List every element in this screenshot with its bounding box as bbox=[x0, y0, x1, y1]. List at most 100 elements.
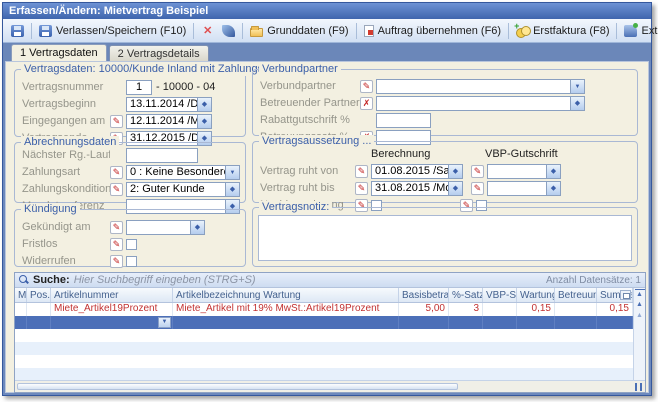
date-spinner[interactable]: ◆ bbox=[198, 97, 212, 112]
horizontal-scroll-thumb[interactable] bbox=[17, 383, 458, 390]
date-spinner[interactable]: ◆ bbox=[449, 181, 463, 196]
field-label: Gekündigt am bbox=[22, 221, 110, 233]
stamp-button[interactable] bbox=[218, 23, 239, 39]
edit-pencil-icon[interactable]: ✎ bbox=[110, 255, 123, 268]
col-header-vbp-satz[interactable]: VBP-Satz bbox=[483, 288, 517, 302]
edit-pencil-icon[interactable]: ✎ bbox=[110, 221, 123, 234]
toolbar-separator bbox=[193, 23, 194, 39]
dropdown-arrow-icon[interactable]: ▼ bbox=[226, 165, 240, 180]
date-spinner[interactable]: ◆ bbox=[191, 220, 205, 235]
field-label: Eingegangen am bbox=[22, 115, 110, 127]
date-spinner[interactable]: ◆ bbox=[547, 164, 561, 179]
col-header-bezeichnung[interactable]: Artikelbezeichnung Wartung bbox=[173, 288, 399, 302]
grid-options-corner[interactable] bbox=[631, 381, 645, 392]
cell-betreuung bbox=[555, 303, 597, 316]
toolbar-separator bbox=[508, 23, 509, 39]
edit-pencil-icon[interactable]: ✎ bbox=[110, 238, 123, 251]
vertragsnummer-input[interactable]: 1 bbox=[126, 80, 152, 95]
grunddaten-button[interactable]: Grunddaten (F9) bbox=[246, 23, 352, 39]
edit-pencil-icon[interactable]: ✎ bbox=[471, 165, 484, 178]
col-header-artikelnummer[interactable]: Artikelnummer bbox=[51, 288, 173, 302]
vertragsbeginn-input[interactable]: 13.11.2014 /Do bbox=[126, 97, 198, 112]
group-verbundpartner: Verbundpartner Verbundpartner ✎ ▼ Betreu… bbox=[252, 69, 638, 136]
date-spinner[interactable]: ◆ bbox=[198, 114, 212, 129]
col-header-basisbetrag[interactable]: Basisbetrag € bbox=[399, 288, 449, 302]
vertical-scrollbar[interactable]: ▲ ▲ ▲ bbox=[633, 288, 645, 380]
scroll-up-page-icon[interactable]: ▲ bbox=[635, 311, 645, 321]
extras-button[interactable]: Extras bbox=[620, 23, 658, 39]
edit-pencil-icon[interactable]: ✎ bbox=[110, 115, 123, 128]
col-header-satz[interactable]: %-Satz bbox=[449, 288, 483, 302]
edit-pencil-icon[interactable]: ✎ bbox=[110, 183, 123, 196]
cell-basisbetrag: 5,00 bbox=[399, 303, 449, 316]
column-chooser-icon[interactable] bbox=[620, 290, 631, 300]
exit-save-button[interactable]: Verlassen/Speichern (F10) bbox=[35, 23, 190, 39]
delete-button[interactable]: ✕ bbox=[197, 23, 218, 39]
edit-pencil-icon[interactable]: ✎ bbox=[110, 166, 123, 179]
save-button[interactable] bbox=[7, 23, 28, 39]
scroll-up-icon[interactable]: ▲ bbox=[635, 300, 645, 310]
lookup-spinner[interactable]: ◆ bbox=[226, 182, 240, 197]
exit-save-label: Verlassen/Speichern (F10) bbox=[56, 25, 186, 37]
zahlungsart-select[interactable]: 0 : Keine Besondere bbox=[126, 165, 226, 180]
rabattgutschrift-input[interactable] bbox=[376, 113, 431, 128]
betreuender-partner-input[interactable] bbox=[376, 96, 571, 111]
table-row-empty[interactable] bbox=[15, 342, 633, 355]
table-row-selected[interactable]: ▼ bbox=[15, 316, 633, 329]
search-input[interactable]: Hier Suchbegriff eingeben (STRG+S) bbox=[74, 274, 542, 286]
cell-dropdown-icon[interactable]: ▼ bbox=[158, 317, 171, 328]
stamp-icon bbox=[222, 25, 235, 37]
widerrufen-checkbox[interactable] bbox=[126, 256, 137, 267]
horizontal-scrollbar[interactable] bbox=[15, 380, 645, 392]
grid-header-row: M Pos.. Artikelnummer Artikelbezeichnung… bbox=[15, 288, 633, 303]
col-header-summe[interactable]: Summe W bbox=[597, 288, 633, 302]
gekuendigt-am-input[interactable] bbox=[126, 220, 191, 235]
date-spinner[interactable]: ◆ bbox=[449, 164, 463, 179]
col-header-m[interactable]: M bbox=[15, 288, 27, 302]
ruht-bis-vbp-input[interactable] bbox=[487, 181, 547, 196]
edit-pencil-icon[interactable]: ✎ bbox=[471, 182, 484, 195]
tab-strip: 1 Vertragsdaten 2 Vertragsdetails bbox=[3, 43, 651, 61]
edit-pencil-icon[interactable]: ✎ bbox=[355, 182, 368, 195]
toolbar: Verlassen/Speichern (F10) ✕ Grunddaten (… bbox=[3, 19, 651, 43]
delete-icon: ✕ bbox=[201, 25, 214, 37]
vertragsnotiz-textarea[interactable] bbox=[258, 215, 632, 261]
window-title[interactable]: Erfassen/Ändern: Mietvertrag Beispiel bbox=[3, 3, 651, 19]
fristlos-checkbox[interactable] bbox=[126, 239, 137, 250]
table-row-empty[interactable] bbox=[15, 329, 633, 342]
field-label: Betreuender Partner bbox=[260, 97, 360, 109]
erstfaktura-button[interactable]: + Erstfaktura (F8) bbox=[512, 23, 613, 39]
tab-vertragsdaten[interactable]: 1 Vertragsdaten bbox=[11, 44, 107, 61]
group-title: Vertragsaussetzung ... bbox=[259, 135, 374, 148]
col-header-wartung[interactable]: Wartung € bbox=[517, 288, 555, 302]
lookup-spinner[interactable]: ◆ bbox=[571, 96, 585, 111]
table-row-empty[interactable] bbox=[15, 355, 633, 368]
naechster-rglauf-input[interactable] bbox=[126, 148, 198, 163]
col-header-betreuung[interactable]: Betreuung € bbox=[555, 288, 597, 302]
zahlungskondition-input[interactable]: 2: Guter Kunde bbox=[126, 182, 226, 197]
ruht-von-vbp-input[interactable] bbox=[487, 164, 547, 179]
date-spinner[interactable]: ◆ bbox=[547, 181, 561, 196]
field-label: Vertragsnummer bbox=[22, 81, 110, 93]
search-label: Suche: bbox=[33, 274, 70, 286]
table-row[interactable]: Miete_Artikel19Prozent Miete_Artikel mit… bbox=[15, 303, 633, 316]
ruht-von-berechnung-input[interactable]: 01.08.2015 /Sa bbox=[371, 164, 449, 179]
field-label: Vertrag ruht bis bbox=[260, 182, 355, 194]
verbundpartner-select[interactable] bbox=[376, 79, 571, 94]
ruht-bis-berechnung-input[interactable]: 31.08.2015 /Mo bbox=[371, 181, 449, 196]
clear-x-icon[interactable]: ✗ bbox=[360, 97, 373, 110]
dropdown-arrow-icon[interactable]: ▼ bbox=[571, 79, 585, 94]
auftrag-uebernehmen-button[interactable]: Auftrag übernehmen (F6) bbox=[360, 23, 506, 39]
field-label: Rabattgutschrift % bbox=[260, 114, 360, 126]
edit-pencil-icon[interactable]: ✎ bbox=[355, 165, 368, 178]
field-label: Vertrag ruht von bbox=[260, 165, 355, 177]
group-title: Vertragsnotiz: bbox=[259, 201, 332, 214]
cell-summe: 0,15 bbox=[597, 303, 633, 316]
folder-icon bbox=[250, 28, 263, 37]
scroll-to-top-icon[interactable]: ▲ bbox=[635, 289, 645, 299]
eingegangen-am-input[interactable]: 12.11.2014 /Mi bbox=[126, 114, 198, 129]
col-header-pos[interactable]: Pos.. bbox=[27, 288, 51, 302]
group-kuendigung: Kündigung Gekündigt am ✎ ◆ Fristlos ✎ Wi… bbox=[14, 209, 246, 267]
edit-pencil-icon[interactable]: ✎ bbox=[360, 80, 373, 93]
tab-vertragsdetails[interactable]: 2 Vertragsdetails bbox=[109, 45, 209, 61]
